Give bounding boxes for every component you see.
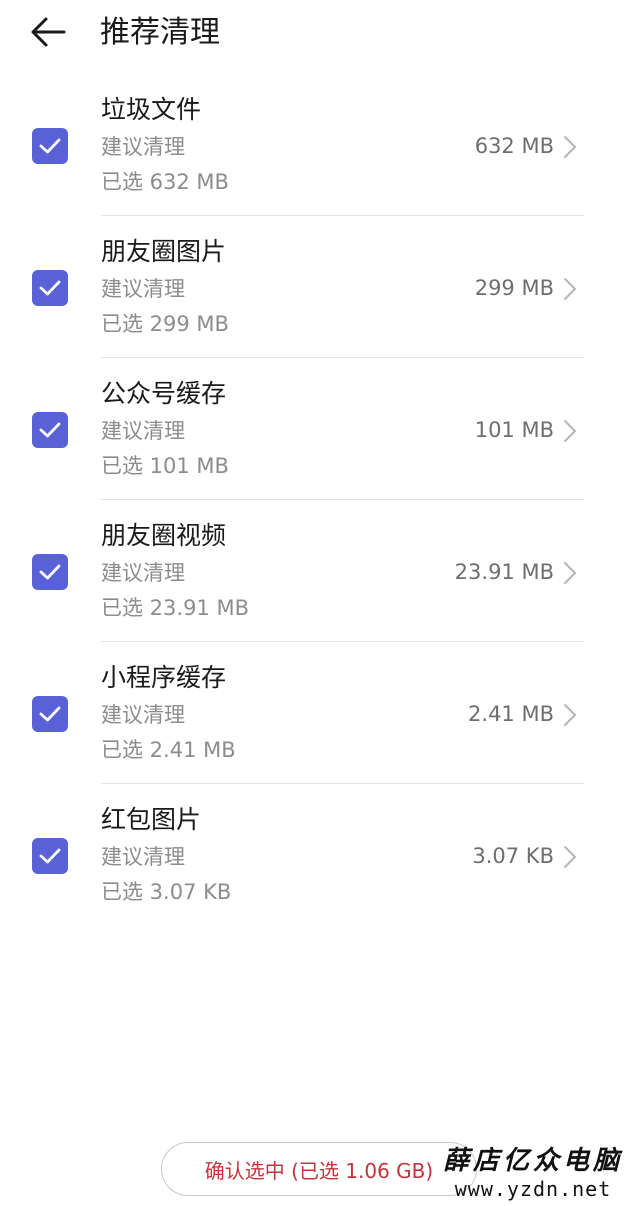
list-item-moments-videos[interactable]: 朋友圈视频 建议清理 已选 23.91 MB 23.91 MB (0, 500, 640, 642)
check-icon (39, 564, 61, 580)
item-selected: 已选 101 MB (101, 454, 229, 478)
checkbox[interactable] (32, 554, 68, 590)
item-size: 299 MB (474, 276, 554, 300)
list-item-official-account-cache[interactable]: 公众号缓存 建议清理 已选 101 MB 101 MB (0, 358, 640, 500)
item-selected: 已选 299 MB (101, 312, 229, 336)
confirm-button[interactable]: 确认选中 (已选 1.06 GB) (161, 1142, 477, 1196)
list-item-red-packet-images[interactable]: 红包图片 建议清理 已选 3.07 KB 3.07 KB (0, 784, 640, 926)
item-size: 101 MB (474, 418, 554, 442)
chevron-right-icon (564, 562, 576, 584)
list-item-mini-program-cache[interactable]: 小程序缓存 建议清理 已选 2.41 MB 2.41 MB (0, 642, 640, 784)
item-title: 朋友圈视频 (101, 521, 227, 550)
check-icon (39, 138, 61, 154)
arrow-left-icon (31, 17, 66, 47)
checkbox[interactable] (32, 696, 68, 732)
item-size: 632 MB (474, 134, 554, 158)
item-hint: 建议清理 (101, 277, 185, 301)
item-selected: 已选 23.91 MB (101, 596, 249, 620)
item-size: 2.41 MB (468, 702, 554, 726)
chevron-right-icon (564, 420, 576, 442)
item-title: 小程序缓存 (101, 663, 227, 692)
checkbox[interactable] (32, 128, 68, 164)
list-item-moments-images[interactable]: 朋友圈图片 建议清理 已选 299 MB 299 MB (0, 216, 640, 358)
chevron-right-icon (564, 278, 576, 300)
check-icon (39, 706, 61, 722)
check-icon (39, 422, 61, 438)
item-selected: 已选 632 MB (101, 170, 229, 194)
chevron-right-icon (564, 136, 576, 158)
item-hint: 建议清理 (101, 135, 185, 159)
item-title: 朋友圈图片 (101, 237, 227, 266)
chevron-right-icon (564, 846, 576, 868)
check-icon (39, 280, 61, 296)
item-selected: 已选 2.41 MB (101, 738, 236, 762)
header-bar: 推荐清理 (0, 0, 640, 68)
watermark: 薛店亿众电脑 www.yzdn.net (440, 1146, 626, 1202)
item-size: 23.91 MB (454, 560, 554, 584)
item-title: 公众号缓存 (101, 379, 227, 408)
check-icon (39, 848, 61, 864)
list-item-junk-files[interactable]: 垃圾文件 建议清理 已选 632 MB 632 MB (0, 74, 640, 216)
checkbox[interactable] (32, 838, 68, 874)
back-button[interactable] (26, 12, 70, 52)
item-hint: 建议清理 (101, 703, 185, 727)
chevron-right-icon (564, 704, 576, 726)
checkbox[interactable] (32, 412, 68, 448)
item-hint: 建议清理 (101, 561, 185, 585)
item-size: 3.07 KB (472, 844, 554, 868)
item-hint: 建议清理 (101, 845, 185, 869)
cleanup-list: 垃圾文件 建议清理 已选 632 MB 632 MB 朋友圈图片 建议清理 已选… (0, 74, 640, 926)
item-title: 红包图片 (101, 805, 202, 834)
watermark-title: 薛店亿众电脑 (442, 1146, 623, 1176)
checkbox[interactable] (32, 270, 68, 306)
item-selected: 已选 3.07 KB (101, 880, 232, 904)
item-title: 垃圾文件 (101, 95, 202, 124)
item-hint: 建议清理 (101, 419, 185, 443)
watermark-url: www.yzdn.net (454, 1177, 612, 1201)
page-title: 推荐清理 (100, 15, 220, 50)
